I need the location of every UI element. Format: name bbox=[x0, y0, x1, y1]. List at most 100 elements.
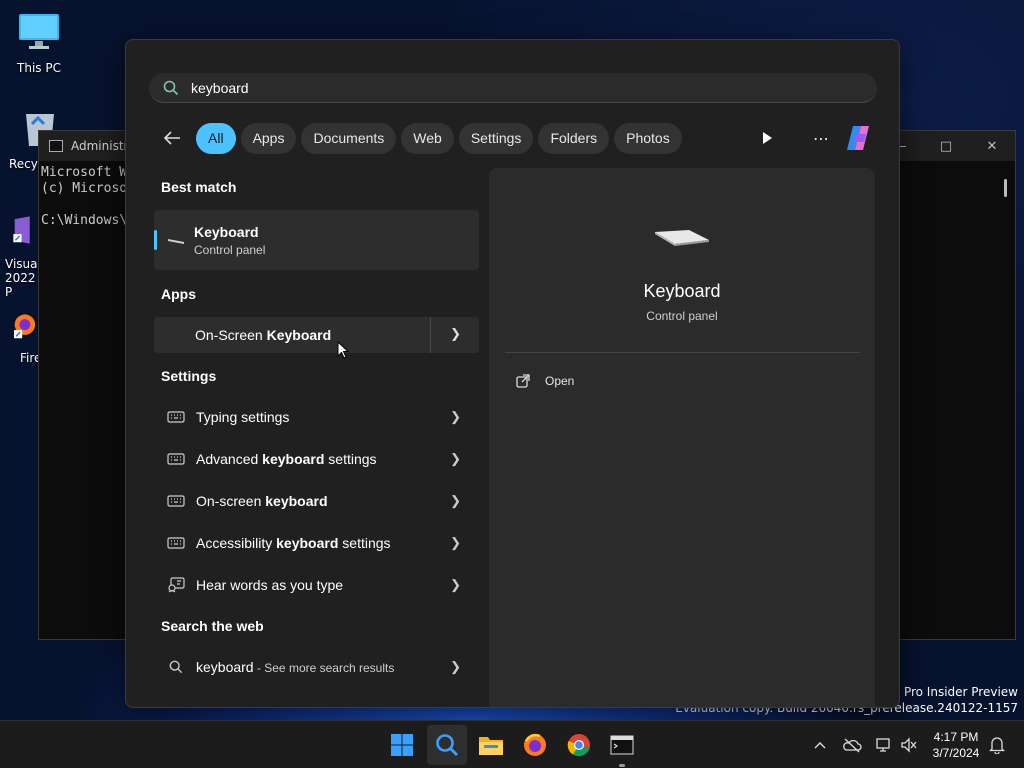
label-match: keyboard bbox=[262, 451, 325, 467]
chevron-right-icon: ❯ bbox=[450, 451, 461, 466]
notifications-bell-icon[interactable] bbox=[986, 721, 1008, 768]
chevron-right-icon: ❯ bbox=[450, 659, 461, 674]
label-match: Keyboard bbox=[266, 327, 332, 343]
keyboard-icon bbox=[166, 493, 186, 509]
mouse-cursor-icon bbox=[337, 341, 349, 359]
label-text: Hear words as you type bbox=[196, 577, 344, 593]
firefox-icon bbox=[524, 733, 546, 756]
show-hidden-icons-icon[interactable] bbox=[808, 721, 832, 768]
system-clock[interactable]: 4:17 PM 3/7/2024 bbox=[924, 729, 988, 761]
section-settings: Settings bbox=[161, 368, 217, 384]
more-options-icon[interactable]: ⋯ bbox=[805, 122, 837, 154]
section-apps: Apps bbox=[161, 286, 196, 302]
section-best-match: Best match bbox=[161, 179, 237, 195]
keyboard-icon bbox=[166, 451, 186, 467]
keyboard-icon bbox=[655, 230, 709, 246]
maximize-icon[interactable]: □ bbox=[923, 131, 969, 161]
web-query: keyboard bbox=[196, 659, 254, 675]
settings-result-accessibility-keyboard[interactable]: Accessibility keyboard settings ❯ bbox=[154, 523, 479, 563]
open-action[interactable]: Open bbox=[515, 373, 574, 389]
divider bbox=[505, 352, 860, 353]
search-button[interactable] bbox=[427, 725, 467, 765]
network-icon[interactable] bbox=[872, 721, 894, 768]
search-icon bbox=[163, 80, 179, 95]
filter-web[interactable]: Web bbox=[401, 122, 454, 154]
best-match-title: Keyboard bbox=[194, 223, 259, 240]
search-tools: ⋯ bbox=[751, 122, 875, 154]
preview-pane: Keyboard Control panel Open bbox=[489, 168, 875, 707]
onedrive-offline-icon[interactable] bbox=[840, 721, 864, 768]
chevron-right-icon: ❯ bbox=[450, 409, 461, 424]
open-external-icon bbox=[516, 374, 530, 388]
speech-icon bbox=[166, 577, 186, 593]
chevron-right-icon: ❯ bbox=[450, 535, 461, 550]
file-explorer-button[interactable] bbox=[471, 725, 511, 765]
chevron-right-icon: ❯ bbox=[450, 493, 461, 508]
clock-time: 4:17 PM bbox=[933, 730, 979, 744]
web-search-result[interactable]: keyboard - See more search results ❯ bbox=[154, 647, 479, 687]
selection-indicator bbox=[154, 230, 157, 250]
label-match: keyboard bbox=[265, 493, 328, 509]
settings-result-label: Accessibility keyboard settings bbox=[196, 535, 391, 551]
terminal-icon bbox=[610, 735, 634, 755]
label-text: On-screen bbox=[196, 493, 266, 509]
filter-bar: All Apps Documents Web Settings Folders … bbox=[160, 122, 687, 154]
start-button[interactable] bbox=[382, 725, 422, 765]
app-result-label: On-Screen Keyboard bbox=[195, 327, 331, 343]
label-match: keyboard bbox=[276, 535, 339, 551]
keyboard-icon bbox=[166, 233, 186, 247]
open-action-label: Open bbox=[545, 374, 575, 388]
best-match-result[interactable]: Keyboard Control panel bbox=[154, 210, 479, 270]
settings-result-label: Hear words as you type bbox=[196, 577, 343, 593]
firefox-button[interactable] bbox=[515, 725, 555, 765]
search-input[interactable] bbox=[191, 79, 791, 96]
label-text: On-Screen bbox=[195, 327, 267, 343]
keyboard-icon bbox=[166, 535, 186, 551]
settings-result-on-screen-keyboard[interactable]: On-screen keyboard ❯ bbox=[154, 481, 479, 521]
keyboard-icon bbox=[166, 409, 186, 425]
preview-subtitle: Control panel bbox=[646, 309, 718, 323]
settings-result-typing[interactable]: Typing settings ❯ bbox=[154, 397, 479, 437]
search-icon bbox=[436, 734, 458, 756]
volume-muted-icon[interactable] bbox=[898, 721, 920, 768]
chevron-right-icon[interactable]: ❯ bbox=[450, 327, 461, 342]
settings-result-advanced-keyboard[interactable]: Advanced keyboard settings ❯ bbox=[154, 439, 479, 479]
settings-result-label: Advanced keyboard settings bbox=[196, 451, 377, 467]
filter-folders[interactable]: Folders bbox=[538, 122, 610, 154]
filter-documents[interactable]: Documents bbox=[301, 122, 397, 154]
chrome-icon bbox=[567, 734, 590, 757]
taskbar: 4:17 PM 3/7/2024 bbox=[0, 720, 1024, 768]
label-text: Typing settings bbox=[196, 409, 290, 425]
back-arrow-icon[interactable] bbox=[160, 126, 184, 150]
best-match-subtitle: Control panel bbox=[194, 242, 266, 257]
desktop-icon-this-pc[interactable]: This PC bbox=[4, 10, 74, 75]
divider bbox=[430, 317, 431, 353]
preview-title: Keyboard bbox=[643, 281, 721, 301]
search-box[interactable] bbox=[149, 73, 877, 103]
chrome-button[interactable] bbox=[559, 725, 599, 765]
filter-apps[interactable]: Apps bbox=[240, 122, 297, 154]
settings-result-hear-words[interactable]: Hear words as you type ❯ bbox=[154, 565, 479, 605]
label-text: settings bbox=[324, 451, 377, 467]
label-text: settings bbox=[338, 535, 391, 551]
close-icon[interactable]: ✕ bbox=[969, 131, 1015, 161]
windows-logo-icon bbox=[391, 734, 413, 756]
chevron-right-icon: ❯ bbox=[450, 577, 461, 592]
desktop-icon-label: This PC bbox=[17, 61, 61, 75]
app-result-on-screen-keyboard[interactable]: On-Screen Keyboard ❯ bbox=[154, 317, 479, 353]
copilot-icon[interactable] bbox=[843, 122, 875, 154]
cmd-icon bbox=[49, 140, 63, 152]
filter-settings[interactable]: Settings bbox=[458, 122, 534, 154]
filter-photos[interactable]: Photos bbox=[614, 122, 682, 154]
cmd-scrollbar[interactable] bbox=[1004, 179, 1007, 197]
label-text: Advanced bbox=[196, 451, 263, 467]
filter-all[interactable]: All bbox=[196, 122, 236, 154]
monitor-icon bbox=[19, 14, 59, 49]
section-search-web: Search the web bbox=[161, 618, 264, 634]
folder-icon bbox=[479, 737, 503, 755]
search-panel: All Apps Documents Web Settings Folders … bbox=[125, 39, 900, 708]
play-icon[interactable] bbox=[751, 122, 783, 154]
settings-result-label: On-screen keyboard bbox=[196, 493, 328, 509]
web-search-label: keyboard - See more search results bbox=[196, 659, 394, 675]
terminal-button[interactable] bbox=[602, 725, 642, 767]
